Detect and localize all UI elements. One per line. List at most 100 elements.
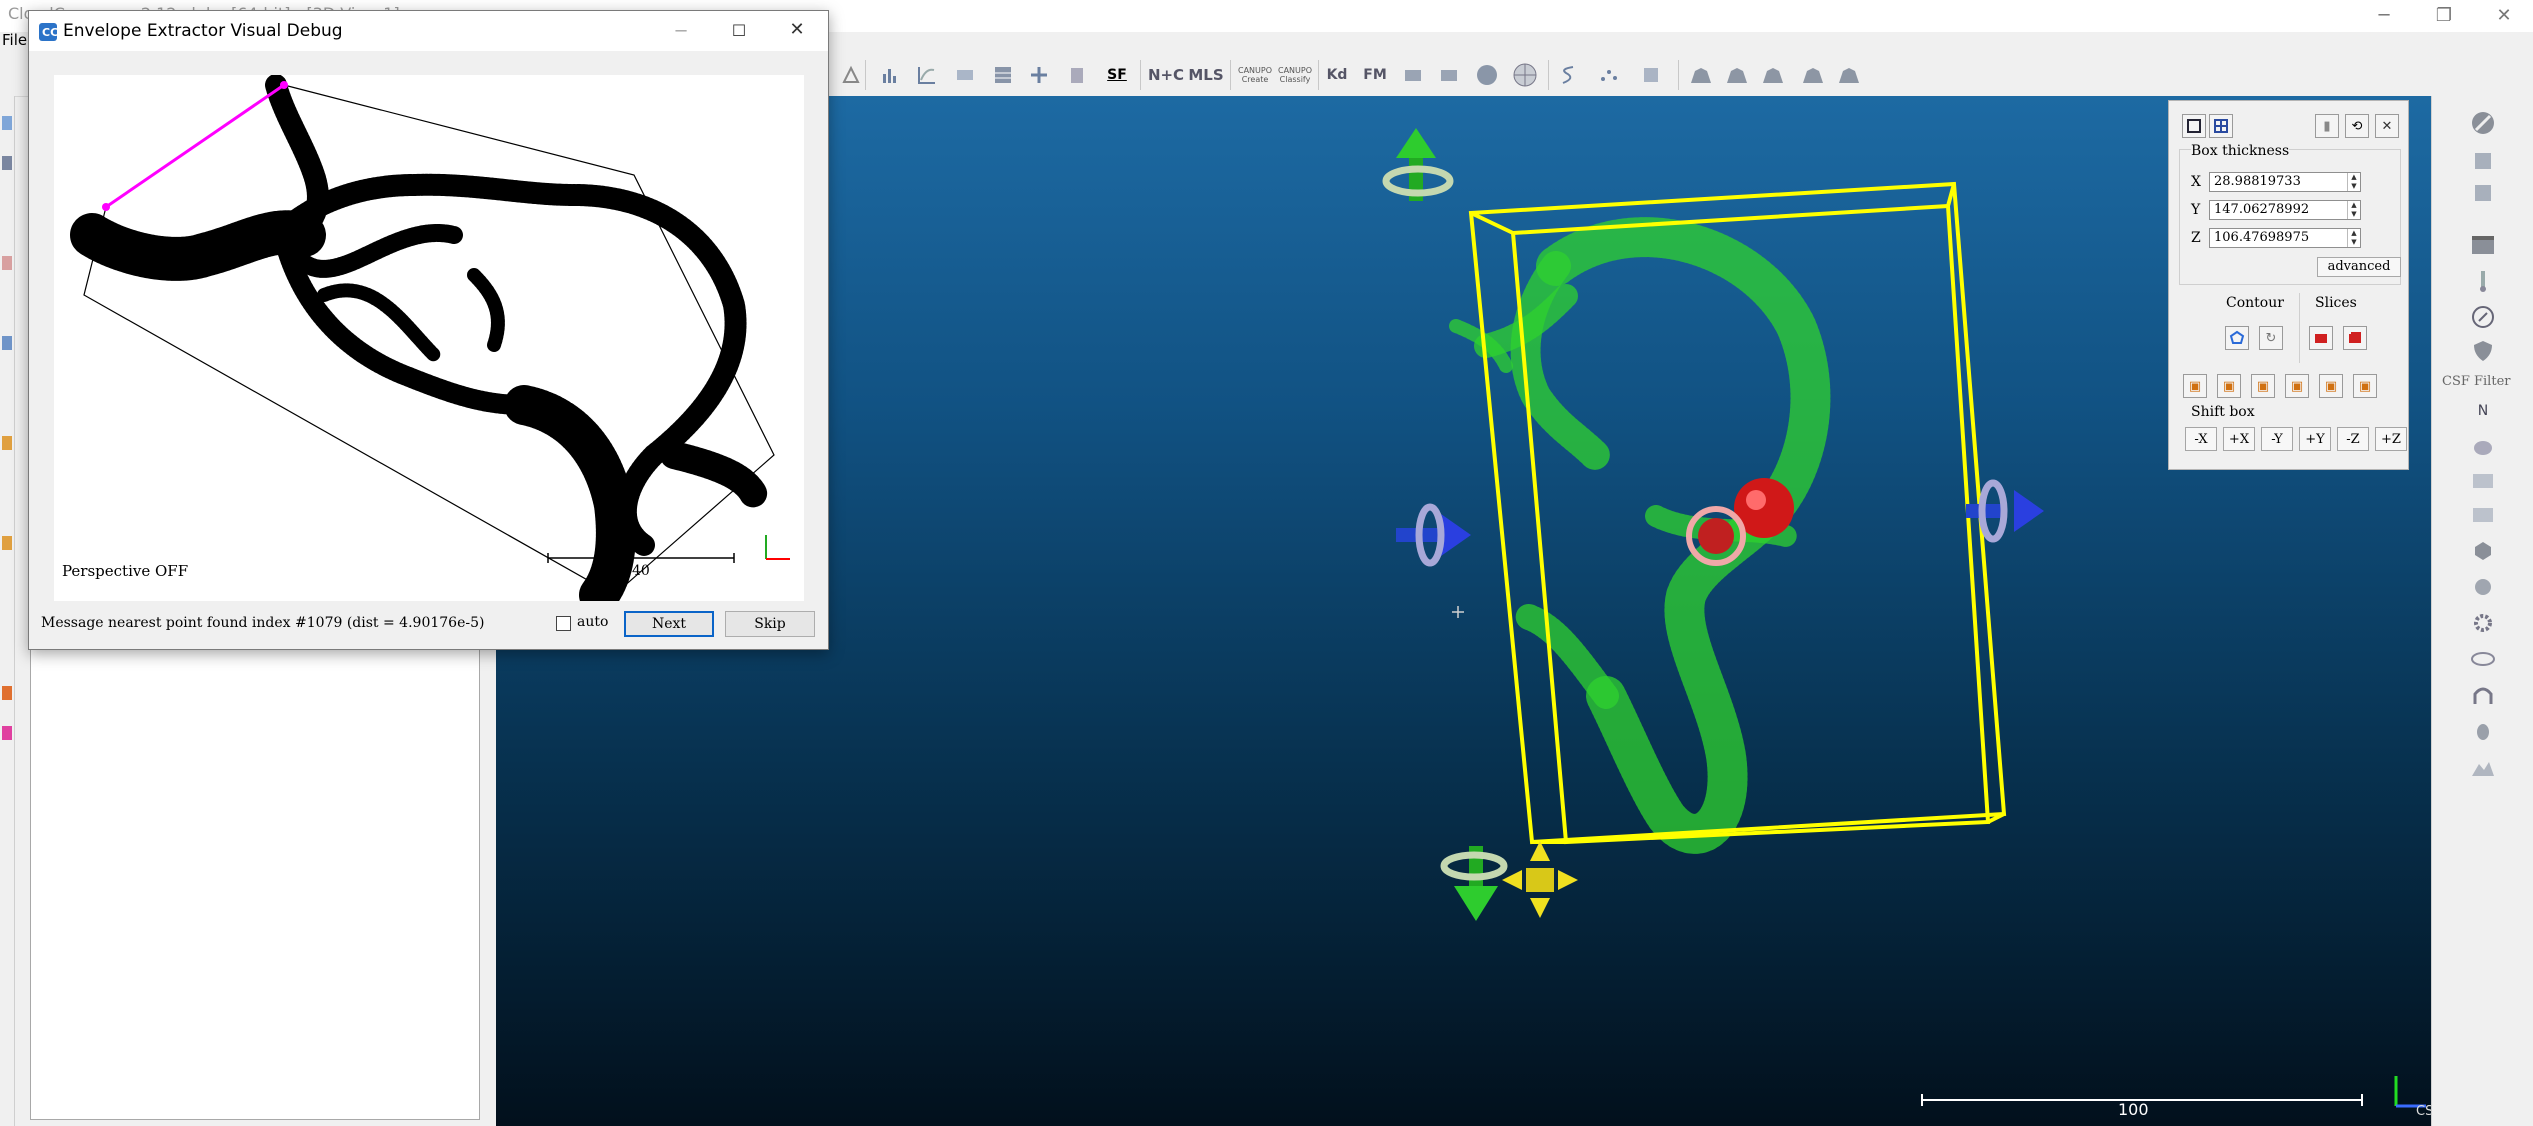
dialog-title-bar[interactable]: CC Envelope Extractor Visual Debug ─ ☐ ✕ xyxy=(29,11,828,51)
x-thickness-field[interactable]: 28.98819733 ▲ ▼ xyxy=(2209,172,2361,192)
compass-icon[interactable] xyxy=(2466,302,2500,332)
repeat-contour-button[interactable]: ↻ xyxy=(2259,326,2283,350)
plugin-icon[interactable] xyxy=(2466,146,2500,176)
left-tool-icon[interactable] xyxy=(2,726,12,740)
skip-button[interactable]: Skip xyxy=(725,611,815,637)
terrain2-icon[interactable] xyxy=(2466,752,2500,782)
advanced-button[interactable]: advanced xyxy=(2317,257,2401,277)
curve-icon[interactable] xyxy=(1556,62,1582,88)
mesh2-icon[interactable] xyxy=(2466,500,2500,530)
plugin-icon[interactable] xyxy=(2466,178,2500,208)
add-icon[interactable] xyxy=(1026,62,1052,88)
view-side3-button[interactable]: ▣ xyxy=(2251,374,2275,398)
view-side2-button[interactable]: ▣ xyxy=(2217,374,2241,398)
shift-plus-z-button[interactable]: +Z xyxy=(2375,427,2407,451)
export-multi-slice-button[interactable] xyxy=(2343,326,2367,350)
mls-button[interactable]: MLS xyxy=(1188,62,1224,88)
normals-colors-button[interactable]: N+C xyxy=(1148,62,1184,88)
close-panel-button[interactable]: ✕ xyxy=(2375,114,2399,138)
settings-icon[interactable] xyxy=(2466,608,2500,638)
view-side1-button[interactable]: ▣ xyxy=(2183,374,2207,398)
render-icon[interactable] xyxy=(1436,62,1462,88)
arch-icon[interactable] xyxy=(2466,680,2500,710)
globe-icon[interactable] xyxy=(1512,62,1538,88)
spin-arrows-icon[interactable]: ▲ ▼ xyxy=(2347,229,2360,247)
disable-icon[interactable] xyxy=(2466,108,2500,138)
left-tool-icon[interactable] xyxy=(2,436,12,450)
shift-minus-z-button[interactable]: -Z xyxy=(2337,427,2369,451)
table-icon[interactable] xyxy=(990,62,1016,88)
left-tool-icon[interactable] xyxy=(2,536,12,550)
grid-mode-button[interactable] xyxy=(2209,114,2233,138)
dialog-maximize-button[interactable]: ☐ xyxy=(727,21,751,41)
hexagon-icon[interactable] xyxy=(2466,536,2500,566)
auto-checkbox[interactable] xyxy=(556,616,571,631)
reset-button[interactable]: ⟲ xyxy=(2345,114,2369,138)
extract-contour-button[interactable] xyxy=(2225,326,2249,350)
north-label: N xyxy=(2477,403,2489,419)
view-right-icon[interactable] xyxy=(1800,62,1826,88)
fit-icon[interactable] xyxy=(914,62,940,88)
debug-axis-gizmo xyxy=(765,535,790,560)
shift-plus-y-button[interactable]: +Y xyxy=(2299,427,2331,451)
stats-icon[interactable] xyxy=(952,62,978,88)
spin-arrows-icon[interactable]: ▲ ▼ xyxy=(2347,173,2360,191)
close-button[interactable]: ✕ xyxy=(2474,0,2533,30)
top-arrow-handle[interactable] xyxy=(1382,128,1454,201)
bottom-arrow-handle[interactable] xyxy=(1440,846,1508,921)
left-tool-icon[interactable] xyxy=(2,256,12,270)
shield-icon[interactable] xyxy=(2466,336,2500,366)
pick-icon[interactable] xyxy=(838,62,864,88)
canupo-classify-button[interactable]: CANUPO Classify xyxy=(1276,62,1314,88)
view-left-icon[interactable] xyxy=(1760,62,1786,88)
view-back-icon[interactable] xyxy=(1724,62,1750,88)
export-slice-button[interactable] xyxy=(2309,326,2333,350)
debug-canvas[interactable]: Perspective OFF 40 xyxy=(54,75,804,601)
probe-icon[interactable] xyxy=(2466,266,2500,296)
ellipse-icon[interactable] xyxy=(2466,644,2500,674)
shift-minus-y-button[interactable]: -Y xyxy=(2261,427,2293,451)
box-mode-button[interactable] xyxy=(2182,114,2206,138)
dialog-close-button[interactable]: ✕ xyxy=(785,19,809,41)
left-tool-icon[interactable] xyxy=(2,156,12,170)
view-side5-button[interactable]: ▣ xyxy=(2319,374,2343,398)
csf-filter-label[interactable]: CSF Filter xyxy=(2442,374,2510,389)
menu-file[interactable]: File xyxy=(2,31,27,49)
move-handle[interactable] xyxy=(1502,841,1578,918)
canupo-create-button[interactable]: CANUPO Create xyxy=(1236,62,1274,88)
left-tool-icon[interactable] xyxy=(2,686,12,700)
bug-icon[interactable] xyxy=(2466,716,2500,746)
shift-minus-x-button[interactable]: -X xyxy=(2185,427,2217,451)
scatter-icon[interactable] xyxy=(1596,62,1622,88)
z-thickness-field[interactable]: 106.47698975 ▲ ▼ xyxy=(2209,228,2361,248)
terrain-icon[interactable] xyxy=(2466,432,2500,462)
restore-button[interactable]: ❐ xyxy=(2414,0,2474,30)
pause-button[interactable]: ▮ xyxy=(2315,114,2339,138)
minimize-button[interactable]: ─ xyxy=(2354,0,2414,30)
fast-marching-button[interactable]: FM xyxy=(1362,62,1388,88)
dialog-minimize-button[interactable]: ─ xyxy=(669,21,693,42)
tools-icon[interactable] xyxy=(1638,62,1664,88)
spin-arrows-icon[interactable]: ▲ ▼ xyxy=(2347,201,2360,219)
sf-button[interactable]: SF xyxy=(1100,62,1134,88)
shift-plus-x-button[interactable]: +X xyxy=(2223,427,2255,451)
view-top-icon[interactable] xyxy=(1836,62,1862,88)
view-side4-button[interactable]: ▣ xyxy=(2285,374,2309,398)
film-icon[interactable] xyxy=(2466,230,2500,260)
sphere-icon[interactable] xyxy=(1474,62,1500,88)
kdtree-button[interactable]: Kd xyxy=(1324,62,1350,88)
next-button[interactable]: Next xyxy=(624,611,714,637)
histogram-icon[interactable] xyxy=(878,62,904,88)
mesh-icon[interactable] xyxy=(2466,466,2500,496)
left-tool-icon[interactable] xyxy=(2,116,12,130)
view-side6-button[interactable]: ▣ xyxy=(2353,374,2377,398)
ransac-icon[interactable] xyxy=(2466,572,2500,602)
delete-icon[interactable] xyxy=(1064,62,1090,88)
y-thickness-field[interactable]: 147.06278992 ▲ ▼ xyxy=(2209,200,2361,220)
db-tree-panel[interactable] xyxy=(30,640,480,1120)
print-icon[interactable] xyxy=(1400,62,1426,88)
north-arrow-button[interactable]: N xyxy=(2466,396,2500,426)
view-front-icon[interactable] xyxy=(1688,62,1714,88)
left-tool-icon[interactable] xyxy=(2,336,12,350)
left-arrow-handle[interactable] xyxy=(1396,503,1471,567)
